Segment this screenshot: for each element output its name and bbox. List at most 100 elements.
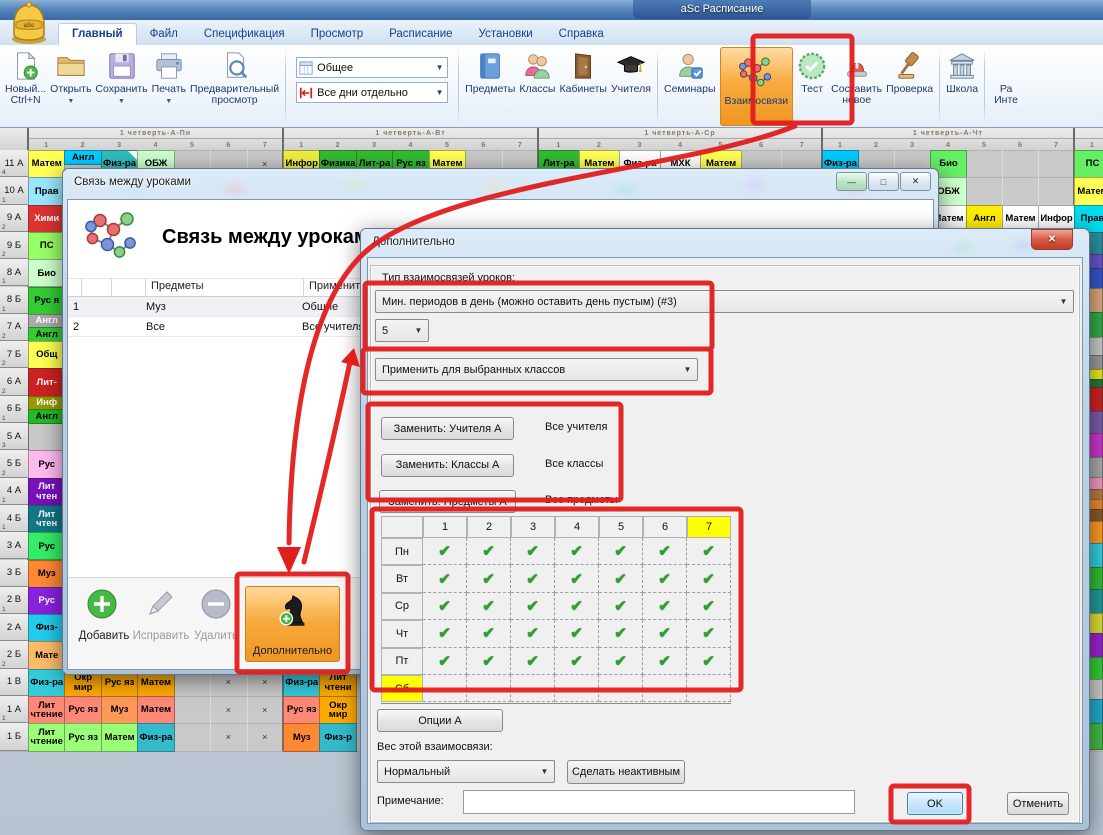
column-header-items[interactable]: Предметы — [146, 279, 304, 296]
tab-Справка[interactable]: Справка — [546, 24, 617, 45]
lesson-cell[interactable]: Мате — [28, 641, 65, 669]
tab-Файл[interactable]: Файл — [137, 24, 191, 45]
add-icon[interactable] — [86, 588, 118, 620]
lesson-cell[interactable]: Инф — [28, 396, 65, 411]
lesson-cell[interactable]: Рус яз — [64, 696, 101, 724]
tab-Расписание[interactable]: Расписание — [376, 24, 465, 45]
class-row-label[interactable]: 11 А4 — [0, 150, 28, 177]
lesson-cell[interactable]: Био — [28, 259, 65, 287]
ribbon-классы-button[interactable]: Классы — [517, 46, 557, 127]
grid-period-header[interactable]: 4 — [555, 516, 599, 538]
minimize-button[interactable]: — — [836, 172, 867, 191]
asc-bell-logo-icon[interactable]: aSc — [6, 1, 52, 44]
lesson-cell[interactable]: Физ-ра — [28, 669, 65, 697]
lesson-cell[interactable]: Окр мир — [319, 696, 356, 724]
ribbon-семинары-button[interactable]: Семинары — [662, 46, 718, 127]
grid-period-header[interactable]: 5 — [599, 516, 643, 538]
ribbon-ра-button[interactable]: РаИнте — [989, 46, 1023, 127]
grid-slot-cell[interactable]: ✔ — [511, 538, 555, 565]
lesson-cell[interactable]: Англ — [64, 150, 101, 165]
grid-period-header[interactable]: 7 — [687, 516, 731, 538]
lesson-cell[interactable]: Англ — [28, 314, 65, 329]
count-combo[interactable]: 5▼ — [375, 319, 429, 342]
ribbon-предметы-button[interactable]: Предметы — [463, 46, 517, 127]
ribbon-printer-button[interactable]: Печать▼ — [150, 46, 188, 127]
replace-button-0[interactable]: Заменить: Учителя А — [381, 417, 514, 440]
class-row-label[interactable]: 2 А — [0, 614, 28, 641]
grid-slot-cell[interactable] — [643, 675, 687, 702]
class-row-label[interactable]: 8 Б1 — [0, 287, 28, 314]
grid-period-header[interactable]: 2 — [467, 516, 511, 538]
lesson-cell[interactable]: Матем — [1074, 177, 1103, 205]
grid-slot-cell[interactable]: ✔ — [687, 648, 731, 675]
class-row-label[interactable]: 3 А — [0, 532, 28, 559]
class-row-label[interactable]: 2 Б2 — [0, 641, 28, 668]
grid-slot-cell[interactable]: ✔ — [687, 593, 731, 620]
class-row-label[interactable]: 1 Б — [0, 723, 28, 750]
ribbon-floppy-button[interactable]: Сохранить▼ — [93, 46, 149, 127]
grid-slot-cell[interactable]: ✔ — [643, 565, 687, 592]
grid-slot-cell[interactable]: ✔ — [643, 593, 687, 620]
note-input[interactable] — [463, 790, 855, 814]
ribbon-школа-button[interactable]: Школа — [944, 46, 980, 127]
grid-slot-cell[interactable]: ✔ — [555, 565, 599, 592]
grid-slot-cell[interactable]: ✔ — [467, 565, 511, 592]
lesson-cell[interactable]: Англ — [28, 409, 65, 424]
lesson-cell[interactable]: Рус яз — [64, 723, 101, 751]
grid-slot-cell[interactable]: ✔ — [643, 620, 687, 647]
class-row-label[interactable]: 9 Б2 — [0, 232, 28, 259]
lesson-cell[interactable]: Рус — [28, 450, 65, 478]
grid-period-header[interactable]: 6 — [643, 516, 687, 538]
grid-slot-cell[interactable]: ✔ — [643, 648, 687, 675]
grid-slot-cell[interactable]: ✔ — [687, 538, 731, 565]
class-row-label[interactable]: 6 Б1 — [0, 396, 28, 423]
lesson-cell[interactable]: Матем — [28, 150, 65, 178]
lesson-cell[interactable]: Рус — [28, 587, 65, 615]
grid-slot-cell[interactable]: ✔ — [423, 593, 467, 620]
replace-button-2[interactable]: Заменить: Предметы А — [379, 490, 516, 513]
lesson-cell[interactable]: Прав — [28, 177, 65, 205]
lesson-cell[interactable]: Физ-ра — [137, 723, 174, 751]
ribbon-кабинеты-button[interactable]: Кабинеты — [557, 46, 608, 127]
lesson-cell[interactable]: Лит чтение — [28, 723, 65, 751]
class-row-label[interactable]: 6 А2 — [0, 368, 28, 395]
ribbon-составить-button[interactable]: Составитьновое — [829, 46, 884, 127]
grid-slot-cell[interactable] — [687, 675, 731, 702]
class-row-label[interactable]: 1 А1 — [0, 696, 28, 723]
grid-slot-cell[interactable]: ✔ — [687, 565, 731, 592]
grid-slot-cell[interactable]: ✔ — [467, 620, 511, 647]
grid-slot-cell[interactable]: ✔ — [511, 620, 555, 647]
grid-slot-cell[interactable]: ✔ — [423, 538, 467, 565]
grid-slot-cell[interactable]: ✔ — [555, 648, 599, 675]
lesson-cell[interactable]: ПС — [28, 232, 65, 260]
lesson-cell[interactable]: Физ-р — [319, 723, 356, 751]
grid-slot-cell[interactable]: ✔ — [599, 565, 643, 592]
grid-slot-cell[interactable]: ✔ — [511, 648, 555, 675]
grid-slot-cell[interactable]: ✔ — [423, 620, 467, 647]
weight-combo[interactable]: Нормальный▼ — [377, 760, 555, 783]
class-row-label[interactable]: 4 Б1 — [0, 505, 28, 532]
grid-slot-cell[interactable]: ✔ — [599, 620, 643, 647]
grid-day-label[interactable]: Вт — [381, 565, 423, 592]
lesson-cell[interactable]: Физ- — [28, 614, 65, 642]
class-row-label[interactable]: 1 В — [0, 669, 28, 696]
grid-slot-cell[interactable]: ✔ — [467, 648, 511, 675]
ribbon-preview-button[interactable]: Предварительныйпросмотр — [188, 46, 281, 127]
grid-slot-cell[interactable]: ✔ — [599, 593, 643, 620]
ribbon-тест-button[interactable]: Тест — [795, 46, 829, 127]
grid-slot-cell[interactable]: ✔ — [643, 538, 687, 565]
tab-Просмотр[interactable]: Просмотр — [298, 24, 377, 45]
class-row-label[interactable]: 8 А1 — [0, 259, 28, 286]
lesson-cell[interactable]: Общ — [28, 341, 65, 369]
apply-combo[interactable]: Применить для выбранных классов▼ — [375, 358, 698, 381]
advanced-button[interactable]: Дополнительно — [245, 586, 340, 662]
maximize-button[interactable]: □ — [868, 172, 899, 191]
ribbon-взаимосвязи-button[interactable]: Взаимосвязи — [720, 47, 794, 126]
grid-day-label[interactable]: Пт — [381, 648, 423, 675]
grid-slot-cell[interactable]: ✔ — [511, 593, 555, 620]
grid-slot-cell[interactable]: ✔ — [555, 593, 599, 620]
class-row-label[interactable]: 2 В1 — [0, 587, 28, 614]
view-combo-0[interactable]: Общее▼ — [296, 57, 448, 78]
tab-Спецификация[interactable]: Спецификация — [191, 24, 298, 45]
grid-slot-cell[interactable]: ✔ — [467, 593, 511, 620]
